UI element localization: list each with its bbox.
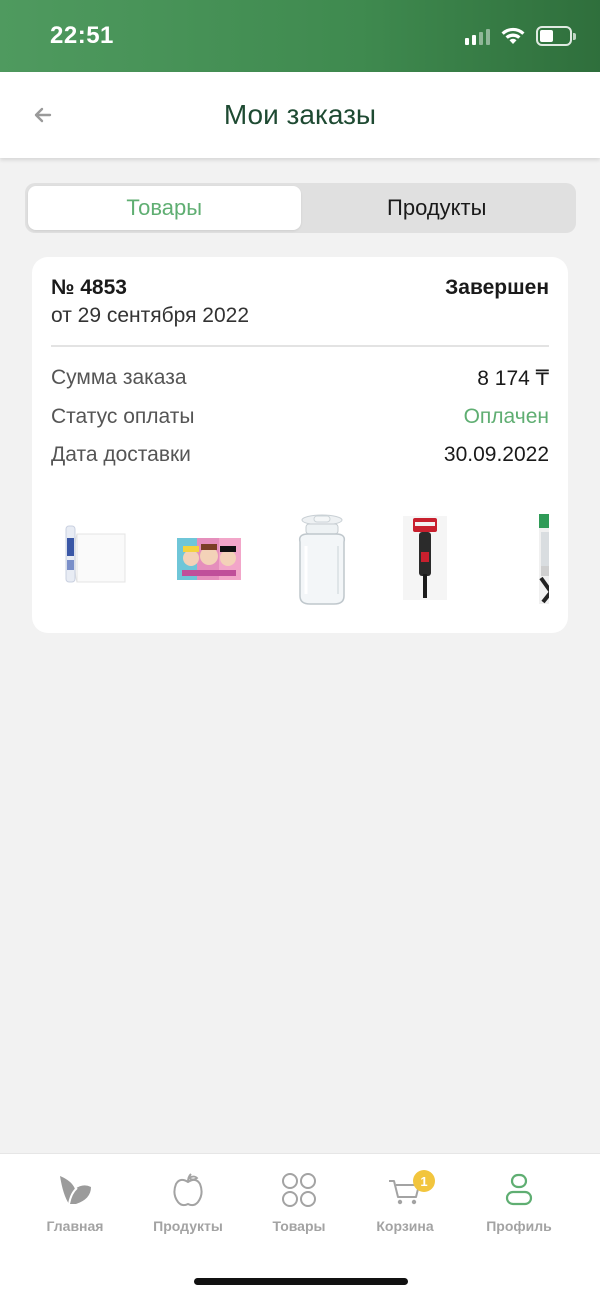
order-card[interactable]: № 4853 от 29 сентября 2022 Завершен Сумм…	[32, 257, 568, 633]
app-header: Мои заказы	[0, 72, 600, 158]
apple-icon	[172, 1170, 204, 1210]
divider	[51, 345, 549, 347]
battery-icon	[536, 26, 576, 46]
payment-status-value: Оплачен	[463, 405, 549, 428]
baking-paper-roll-image	[65, 525, 126, 583]
home-indicator	[194, 1278, 408, 1285]
nav-item-goods[interactable]: Товары	[249, 1170, 349, 1234]
cart-icon: 1	[387, 1170, 435, 1210]
nav-label-products: Продукты	[153, 1218, 223, 1234]
home-leaf-icon	[57, 1170, 93, 1210]
wifi-icon	[501, 27, 525, 44]
silicone-brush-image	[403, 516, 447, 600]
order-items-thumbnails[interactable]	[51, 512, 549, 612]
order-date: от 29 сентября 2022	[51, 304, 250, 327]
kitchen-utensil-image	[539, 514, 549, 604]
cart-badge: 1	[413, 1170, 435, 1192]
item-thumbnail-lol-mat[interactable]	[173, 512, 263, 612]
nav-item-profile[interactable]: Профиль	[469, 1170, 569, 1234]
tab-products[interactable]: Продукты	[301, 186, 574, 230]
status-icons	[465, 26, 576, 46]
item-thumbnail-brush[interactable]	[399, 512, 489, 612]
page-title: Мои заказы	[223, 99, 377, 130]
status-time: 22:51	[50, 22, 114, 49]
signal-icon	[465, 27, 490, 45]
nav-label-cart: Корзина	[376, 1218, 434, 1234]
payment-status-label: Статус оплаты	[51, 405, 195, 428]
grid-circles-icon	[281, 1170, 317, 1210]
item-thumbnail-utensil[interactable]	[513, 512, 549, 612]
nav-item-products[interactable]: Продукты	[138, 1170, 238, 1234]
glass-jar-image	[298, 514, 346, 605]
order-sum-row: Сумма заказа 8 174 ₸	[51, 366, 549, 391]
delivery-date-row: Дата доставки 30.09.2022	[51, 443, 549, 467]
delivery-date-value: 30.09.2022	[443, 443, 549, 466]
nav-item-home[interactable]: Главная	[25, 1170, 125, 1234]
nav-label-profile: Профиль	[486, 1218, 552, 1234]
nav-item-cart[interactable]: 1 Корзина	[355, 1170, 455, 1234]
nav-label-goods: Товары	[272, 1218, 326, 1234]
order-sum-value: 8 174 ₸	[477, 367, 549, 390]
item-thumbnail-baking-paper[interactable]	[51, 512, 141, 612]
order-number: № 4853	[51, 276, 127, 299]
bottom-nav: Главная Продукты Товары 1 Корзина Профил…	[0, 1153, 600, 1297]
nav-label-home: Главная	[46, 1218, 104, 1234]
profile-icon	[504, 1170, 534, 1210]
lol-dolls-mat-image	[177, 538, 241, 580]
tab-goods[interactable]: Товары	[28, 186, 301, 230]
payment-status-row: Статус оплаты Оплачен	[51, 405, 549, 429]
order-status: Завершен	[445, 276, 549, 299]
segmented-tabs: Товары Продукты	[25, 183, 576, 233]
status-bar: 22:51	[0, 0, 600, 72]
item-thumbnail-glass-jar[interactable]	[288, 512, 378, 612]
delivery-date-label: Дата доставки	[51, 443, 191, 466]
order-sum-label: Сумма заказа	[51, 366, 187, 389]
